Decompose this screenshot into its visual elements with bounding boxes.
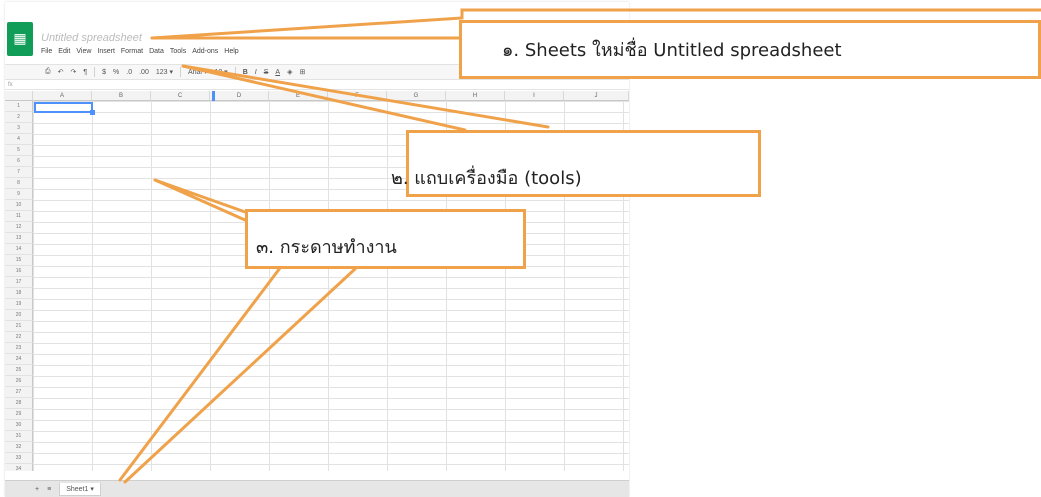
row-header-18[interactable]: 18 [5, 288, 33, 299]
row-header-2[interactable]: 2 [5, 112, 33, 123]
row-header-4[interactable]: 4 [5, 134, 33, 145]
callout-toolbar-text: ๒. แถบเครื่องมือ (tools) [391, 168, 582, 189]
row-header-15[interactable]: 15 [5, 255, 33, 266]
callout-worksheet-text: ๓. กระดาษทำงาน [256, 237, 397, 258]
print-icon[interactable]: ⎙ [45, 68, 51, 76]
row-header-13[interactable]: 13 [5, 233, 33, 244]
toolbar-divider [234, 67, 236, 77]
row-header-23[interactable]: 23 [5, 343, 33, 354]
fill-color-icon[interactable]: ◈ [287, 68, 292, 76]
row-header-10[interactable]: 10 [5, 200, 33, 211]
column-header-b[interactable]: B [92, 91, 151, 101]
row-header-12[interactable]: 12 [5, 222, 33, 233]
row-header-5[interactable]: 5 [5, 145, 33, 156]
row-header-3[interactable]: 3 [5, 123, 33, 134]
row-header-14[interactable]: 14 [5, 244, 33, 255]
italic-button[interactable]: I [255, 69, 257, 76]
column-header-d[interactable]: D [210, 91, 269, 101]
all-sheets-button[interactable]: ≡ [47, 486, 51, 493]
callout-new-sheet-text: ๑. Sheets ใหม่ชื่อ Untitled spreadsheet [502, 40, 842, 61]
row-header-31[interactable]: 31 [5, 431, 33, 442]
formula-bar[interactable]: fx [5, 81, 629, 90]
number-format-dropdown[interactable]: 123 ▾ [156, 68, 173, 76]
decrease-decimal-button[interactable]: .0 [126, 69, 132, 76]
active-cell-a1[interactable] [34, 102, 95, 115]
row-header-21[interactable]: 21 [5, 321, 33, 332]
bold-button[interactable]: B [243, 69, 248, 76]
column-header-g[interactable]: G [387, 91, 446, 101]
row-header-27[interactable]: 27 [5, 387, 33, 398]
menu-tools[interactable]: Tools [170, 48, 186, 60]
row-header-8[interactable]: 8 [5, 178, 33, 189]
menu-file[interactable]: File [41, 48, 52, 60]
paint-format-icon[interactable]: ¶ [83, 69, 87, 76]
callout-toolbar: ๒. แถบเครื่องมือ (tools) [391, 130, 761, 197]
strikethrough-button[interactable]: S [264, 69, 269, 76]
menu-addons[interactable]: Add-ons [192, 48, 218, 60]
font-dropdown[interactable]: Arial ▾ [188, 68, 207, 76]
column-header-i[interactable]: I [505, 91, 564, 101]
increase-decimal-button[interactable]: .00 [139, 69, 149, 76]
undo-icon[interactable]: ↶ [58, 68, 64, 76]
row-header-28[interactable]: 28 [5, 398, 33, 409]
sheet-tab-sheet1[interactable]: Sheet1 ▾ [59, 482, 101, 496]
column-header-j[interactable]: J [564, 91, 629, 101]
row-header-29[interactable]: 29 [5, 409, 33, 420]
row-header-32[interactable]: 32 [5, 442, 33, 453]
row-header-25[interactable]: 25 [5, 365, 33, 376]
row-header-34[interactable]: 34 [5, 464, 33, 471]
row-header-17[interactable]: 17 [5, 277, 33, 288]
redo-icon[interactable]: ↷ [70, 68, 76, 76]
menu-insert[interactable]: Insert [97, 48, 115, 60]
spreadsheet-icon[interactable]: ▦ [7, 22, 33, 56]
toolbar-divider [94, 67, 96, 77]
column-header-c[interactable]: C [151, 91, 210, 101]
currency-format-button[interactable]: $ [102, 69, 106, 76]
menu-help[interactable]: Help [224, 48, 238, 60]
menu-format[interactable]: Format [121, 48, 143, 60]
row-header-11[interactable]: 11 [5, 211, 33, 222]
row-header-26[interactable]: 26 [5, 376, 33, 387]
sheet-tab-bar: + ≡ Sheet1 ▾ [5, 480, 629, 497]
column-resize-handle[interactable] [212, 91, 215, 101]
borders-icon[interactable]: ⊞ [299, 68, 305, 76]
row-header-1[interactable]: 1 [5, 101, 33, 112]
add-sheet-button[interactable]: + [35, 486, 39, 493]
menu-view[interactable]: View [76, 48, 91, 60]
select-all-corner[interactable] [5, 91, 33, 101]
row-header-6[interactable]: 6 [5, 156, 33, 167]
text-color-button[interactable]: A [275, 69, 280, 76]
row-header-30[interactable]: 30 [5, 420, 33, 431]
row-header-33[interactable]: 33 [5, 453, 33, 464]
row-header-22[interactable]: 22 [5, 332, 33, 343]
menu-data[interactable]: Data [149, 48, 164, 60]
font-size-dropdown[interactable]: 10 ▾ [214, 68, 227, 76]
column-header-h[interactable]: H [446, 91, 505, 101]
row-header-19[interactable]: 19 [5, 299, 33, 310]
column-header-a[interactable]: A [33, 91, 92, 101]
row-header-20[interactable]: 20 [5, 310, 33, 321]
menu-bar: File Edit View Insert Format Data Tools … [41, 48, 239, 60]
formula-label: fx [8, 82, 13, 88]
toolbar-divider [179, 67, 181, 77]
callout-new-sheet: ๑. Sheets ใหม่ชื่อ Untitled spreadsheet [459, 20, 1041, 79]
row-header-16[interactable]: 16 [5, 266, 33, 277]
column-header-e[interactable]: E [269, 91, 328, 101]
column-headers: A B C D E F G H I J [5, 91, 629, 101]
menu-edit[interactable]: Edit [58, 48, 70, 60]
document-title[interactable]: Untitled spreadsheet [41, 32, 142, 44]
callout-worksheet: ๓. กระดาษทำงาน [245, 209, 526, 269]
row-header-7[interactable]: 7 [5, 167, 33, 178]
percent-format-button[interactable]: % [113, 69, 119, 76]
column-header-f[interactable]: F [328, 91, 387, 101]
row-header-9[interactable]: 9 [5, 189, 33, 200]
row-header-24[interactable]: 24 [5, 354, 33, 365]
